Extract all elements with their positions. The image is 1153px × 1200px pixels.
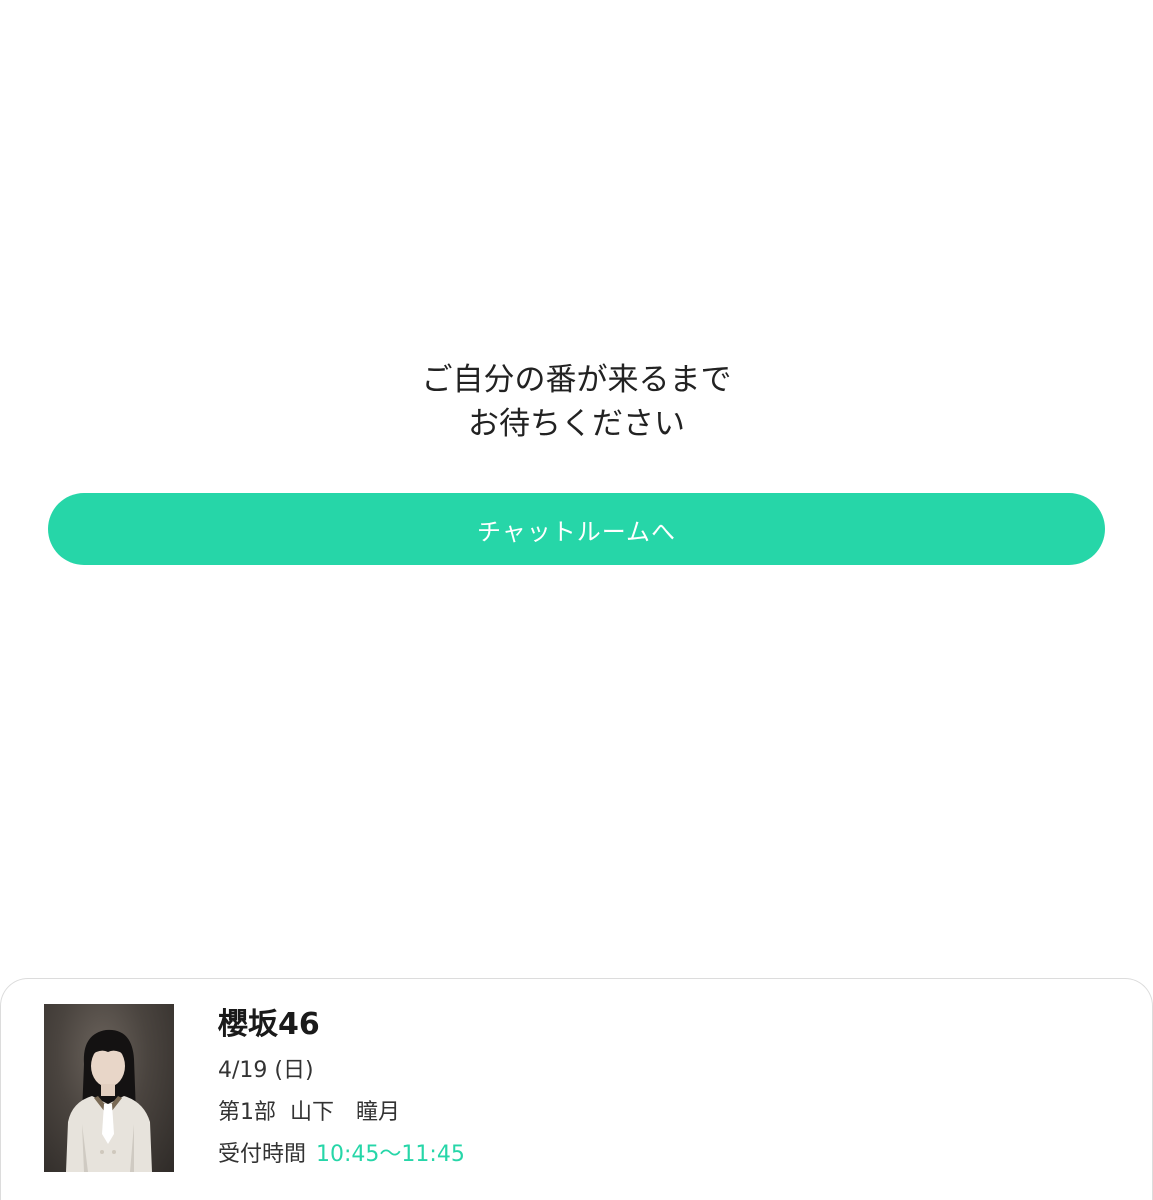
ticket-card: 櫻坂46 4/19 (日) 第1部 山下 瞳月 受付時間 10:45〜11:45 [0,978,1153,1200]
wait-message-line-1: ご自分の番が来るまで [421,362,732,398]
reception-time-value: 10:45〜11:45 [316,1142,465,1167]
chat-room-button[interactable]: チャットルームへ [48,493,1105,565]
reception-time-row: 受付時間 10:45〜11:45 [218,1141,465,1169]
wait-message-line-2: お待ちください [468,406,685,442]
wait-message: ご自分の番が来るまで お待ちください [0,358,1153,446]
chat-room-button-label: チャットルームへ [476,517,677,546]
event-date: 4/19 (日) [218,1058,314,1083]
group-name: 櫻坂46 [218,1007,320,1042]
waiting-room-screen: ご自分の番が来るまで お待ちください チャットルームへ 櫻坂46 4/19 (日… [0,0,1153,1200]
reception-label: 受付時間 [218,1142,307,1167]
session-and-member: 第1部 山下 瞳月 [218,1100,400,1125]
member-photo [44,1004,174,1172]
member-photo-illustration [66,1029,152,1172]
